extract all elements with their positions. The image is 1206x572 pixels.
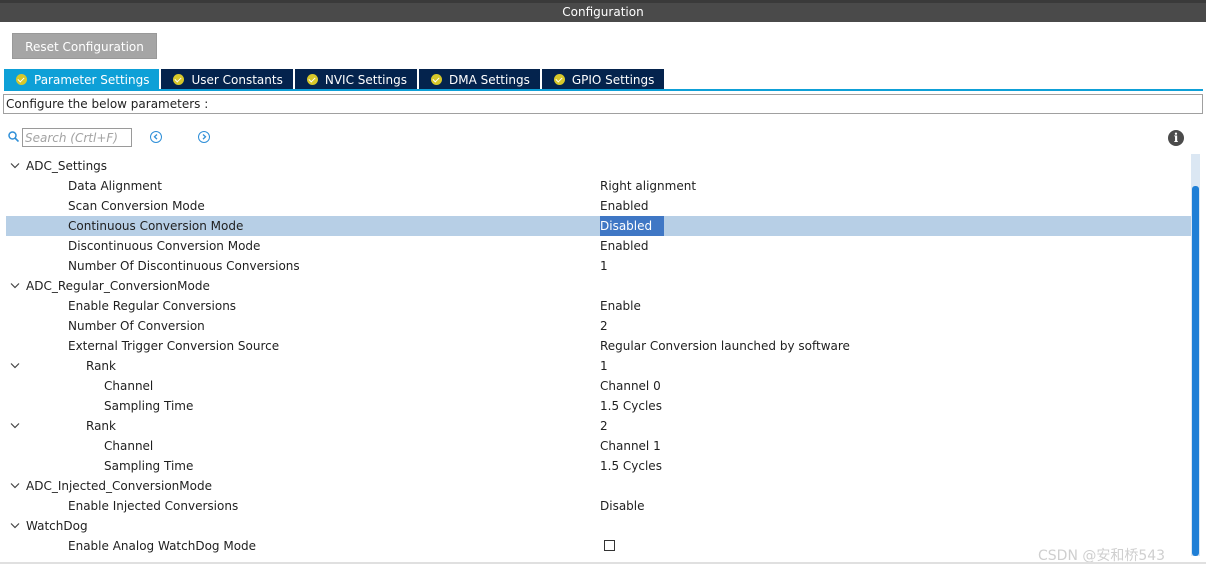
param-value[interactable]: Right alignment bbox=[600, 176, 696, 196]
param-row-external-trigger-conversion-source[interactable]: External Trigger Conversion Source Regul… bbox=[6, 336, 1191, 356]
param-row-scan-conversion-mode[interactable]: Scan Conversion Mode Enabled bbox=[6, 196, 1191, 216]
tab-parameter-settings[interactable]: Parameter Settings bbox=[4, 69, 160, 90]
tree-group-adc-injected-conversionmode[interactable]: ADC_Injected_ConversionMode bbox=[6, 476, 1191, 496]
check-circle-icon bbox=[430, 74, 442, 85]
bottom-divider bbox=[0, 562, 1206, 564]
tree-group-adc-regular-conversionmode[interactable]: ADC_Regular_ConversionMode bbox=[6, 276, 1191, 296]
param-value[interactable]: 1.5 Cycles bbox=[600, 456, 662, 476]
tab-label: DMA Settings bbox=[448, 72, 530, 87]
param-value[interactable]: Enabled bbox=[600, 236, 649, 256]
reset-configuration-button[interactable]: Reset Configuration bbox=[12, 33, 157, 59]
param-row-number-of-discontinuous-conversions[interactable]: Number Of Discontinuous Conversions 1 bbox=[6, 256, 1191, 276]
param-label: Enable Analog WatchDog Mode bbox=[68, 539, 257, 553]
param-label: Discontinuous Conversion Mode bbox=[68, 239, 261, 253]
param-label: Channel bbox=[104, 439, 154, 453]
param-row-sampling-time[interactable]: Sampling Time 1.5 Cycles bbox=[6, 456, 1191, 476]
param-label: Enable Regular Conversions bbox=[68, 299, 237, 313]
check-circle-icon bbox=[306, 74, 318, 85]
group-label: ADC_Injected_ConversionMode bbox=[26, 479, 212, 493]
window-title: Configuration bbox=[0, 0, 1206, 22]
param-row-enable-regular-conversions[interactable]: Enable Regular Conversions Enable bbox=[6, 296, 1191, 316]
group-label: WatchDog bbox=[26, 519, 88, 533]
rank-label: Rank bbox=[86, 419, 116, 433]
chevron-down-icon[interactable] bbox=[10, 422, 20, 430]
tab-label: User Constants bbox=[191, 72, 283, 87]
chevron-right-circle-icon[interactable] bbox=[198, 131, 210, 143]
param-label: Sampling Time bbox=[104, 459, 194, 473]
param-value[interactable]: Enable bbox=[600, 296, 641, 316]
tab-bar: Parameter Settings User Constants NVIC S… bbox=[4, 69, 666, 90]
tree-group-watchdog[interactable]: WatchDog bbox=[6, 516, 1191, 536]
param-label: Sampling Time bbox=[104, 399, 194, 413]
tab-label: Parameter Settings bbox=[34, 72, 150, 87]
param-value[interactable]: 2 bbox=[600, 316, 608, 336]
param-label: Number Of Conversion bbox=[68, 319, 205, 333]
param-value[interactable]: Regular Conversion launched by software bbox=[600, 336, 850, 356]
tab-nvic-settings[interactable]: NVIC Settings bbox=[294, 69, 417, 90]
search-icon bbox=[8, 131, 19, 142]
check-circle-icon bbox=[553, 74, 565, 85]
param-label: Scan Conversion Mode bbox=[68, 199, 205, 213]
tab-dma-settings[interactable]: DMA Settings bbox=[418, 69, 540, 90]
param-value[interactable]: Enabled bbox=[600, 196, 649, 216]
param-row-number-of-conversion[interactable]: Number Of Conversion 2 bbox=[6, 316, 1191, 336]
check-circle-icon bbox=[16, 74, 27, 85]
chevron-down-icon[interactable] bbox=[10, 362, 20, 370]
param-row-discontinuous-conversion-mode[interactable]: Discontinuous Conversion Mode Enabled bbox=[6, 236, 1191, 256]
param-row-enable-analog-watchdog-mode[interactable]: Enable Analog WatchDog Mode bbox=[6, 536, 1191, 556]
parameters-description: Configure the below parameters : bbox=[3, 94, 1203, 114]
rank-value[interactable]: 2 bbox=[600, 416, 608, 436]
search-input[interactable] bbox=[22, 128, 132, 147]
param-row-channel[interactable]: Channel Channel 1 bbox=[6, 436, 1191, 456]
check-circle-icon bbox=[173, 74, 185, 85]
tree-rank-1[interactable]: Rank 1 bbox=[6, 356, 1191, 376]
param-row-enable-injected-conversions[interactable]: Enable Injected Conversions Disable bbox=[6, 496, 1191, 516]
tab-gpio-settings[interactable]: GPIO Settings bbox=[541, 69, 665, 90]
tab-user-constants[interactable]: User Constants bbox=[161, 69, 293, 90]
param-value[interactable]: 1 bbox=[600, 256, 608, 276]
param-label: Enable Injected Conversions bbox=[68, 499, 239, 513]
group-label: ADC_Regular_ConversionMode bbox=[26, 279, 210, 293]
scrollbar-thumb[interactable] bbox=[1192, 186, 1199, 556]
group-label: ADC_Settings bbox=[26, 159, 108, 173]
tree-group-adc-settings[interactable]: ADC_Settings bbox=[6, 156, 1191, 176]
param-label: Continuous Conversion Mode bbox=[68, 219, 244, 233]
tab-label: NVIC Settings bbox=[324, 72, 407, 87]
rank-label: Rank bbox=[86, 359, 116, 373]
info-icon[interactable]: i bbox=[1168, 130, 1184, 146]
param-label: External Trigger Conversion Source bbox=[68, 339, 280, 353]
param-value[interactable]: Disable bbox=[600, 496, 645, 516]
parameter-tree: ADC_Settings Data Alignment Right alignm… bbox=[6, 156, 1191, 556]
param-label: Channel bbox=[104, 379, 154, 393]
param-row-channel[interactable]: Channel Channel 0 bbox=[6, 376, 1191, 396]
rank-value[interactable]: 1 bbox=[600, 356, 608, 376]
watchdog-checkbox[interactable] bbox=[604, 540, 615, 551]
param-value[interactable]: Channel 0 bbox=[600, 376, 661, 396]
param-value[interactable]: 1.5 Cycles bbox=[600, 396, 662, 416]
chevron-down-icon[interactable] bbox=[10, 482, 20, 490]
param-label: Number Of Discontinuous Conversions bbox=[68, 259, 300, 273]
chevron-left-circle-icon[interactable] bbox=[150, 131, 162, 143]
param-label: Data Alignment bbox=[68, 179, 162, 193]
tab-label: GPIO Settings bbox=[571, 72, 655, 87]
param-value-dropdown[interactable]: Disabled bbox=[600, 216, 665, 236]
param-row-data-alignment[interactable]: Data Alignment Right alignment bbox=[6, 176, 1191, 196]
param-value[interactable]: Channel 1 bbox=[600, 436, 661, 456]
chevron-down-icon[interactable] bbox=[10, 522, 20, 530]
param-row-sampling-time[interactable]: Sampling Time 1.5 Cycles bbox=[6, 396, 1191, 416]
tree-rank-2[interactable]: Rank 2 bbox=[6, 416, 1191, 436]
param-row-continuous-conversion-mode[interactable]: Continuous Conversion Mode Disabled bbox=[6, 216, 1191, 236]
tab-underline bbox=[4, 89, 1203, 91]
chevron-down-icon[interactable] bbox=[10, 162, 20, 170]
chevron-down-icon[interactable] bbox=[10, 282, 20, 290]
